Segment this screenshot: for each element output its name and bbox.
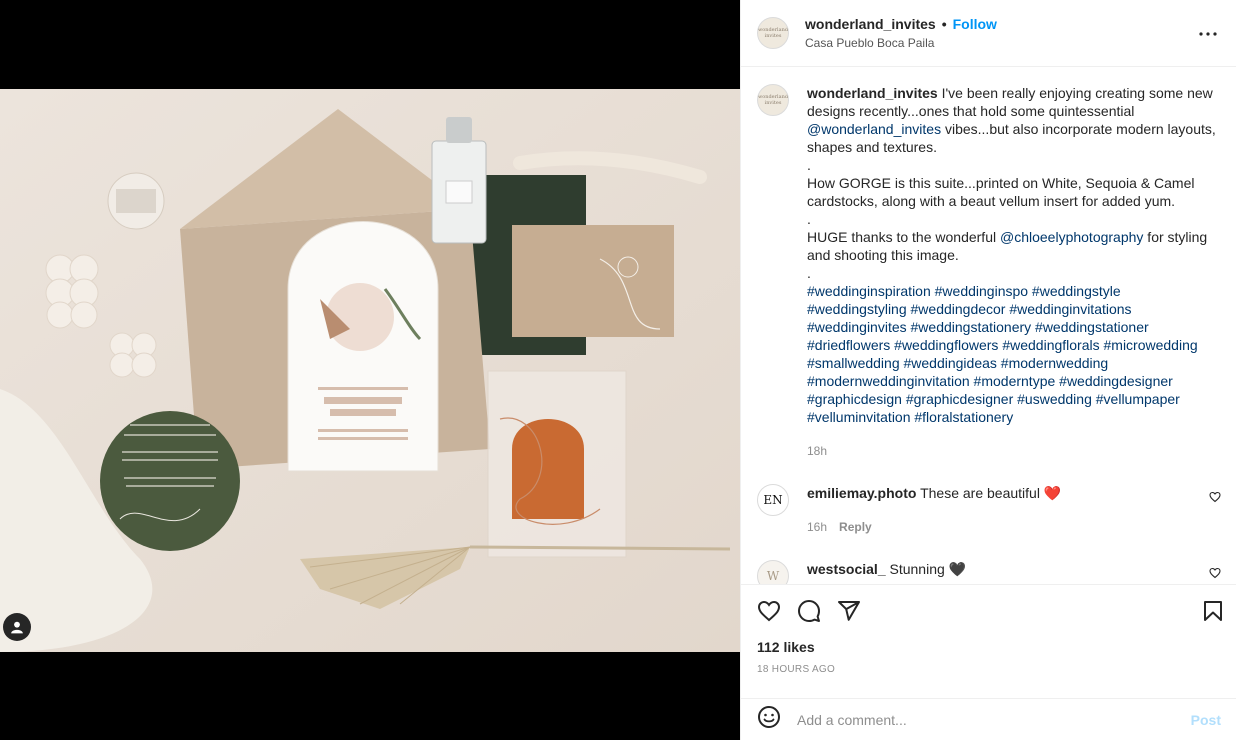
photo-illustration [0, 89, 740, 652]
post-modal: wonderland invites wonderland_invites • … [0, 0, 1236, 740]
avatar-text: W [766, 569, 780, 583]
heart-icon [757, 600, 781, 622]
comment-item: W westsocial_ Stunning 🖤 [757, 560, 1221, 584]
location-link[interactable]: Casa Pueblo Boca Paila [805, 36, 997, 50]
caption-separator: . [807, 265, 811, 281]
tagged-users-button[interactable] [3, 613, 31, 641]
hashtags[interactable]: #weddinginspiration #weddinginspo #weddi… [807, 282, 1221, 426]
caption-body: wonderland_invites I've been really enjo… [807, 84, 1221, 460]
post-timestamp[interactable]: 18 HOURS AGO [741, 664, 1236, 675]
author-username[interactable]: wonderland_invites [805, 16, 936, 32]
like-comment-button[interactable] [1209, 566, 1221, 584]
post-actions-section: 112 likes 18 HOURS AGO [741, 584, 1236, 675]
commenter-username[interactable]: westsocial_ [807, 561, 886, 577]
save-button[interactable] [1201, 599, 1225, 628]
emoji-button[interactable] [757, 705, 781, 734]
caption-text-3: How GORGE is this suite...printed on Whi… [807, 175, 1195, 209]
avatar-text: wonderland invites [757, 27, 789, 39]
user-icon [11, 621, 23, 634]
caption-text-4: HUGE thanks to the wonderful [807, 229, 1000, 245]
caption-separator: . [807, 211, 811, 227]
heart-icon [1209, 567, 1221, 579]
media-pane [0, 0, 740, 740]
action-bar [741, 585, 1236, 637]
commenter-avatar[interactable]: W [757, 560, 789, 584]
comment-age[interactable]: 16h [807, 520, 827, 534]
mention-link[interactable]: @chloeelyphotography [1000, 229, 1143, 245]
emoji-icon [758, 706, 780, 728]
comment-text: Stunning 🖤 [889, 561, 967, 577]
comment-icon [798, 600, 820, 622]
comment-button[interactable] [797, 591, 837, 631]
like-button[interactable] [757, 591, 797, 631]
comment-text: These are beautiful ❤️ [920, 485, 1062, 501]
comment-body: westsocial_ Stunning 🖤 [807, 560, 1221, 584]
comment-body: emiliemay.photo These are beautiful ❤️ 1… [807, 484, 1221, 536]
reply-button[interactable]: Reply [839, 520, 872, 534]
avatar-text: wonderland invites [757, 94, 789, 106]
commenter-avatar[interactable]: EN [757, 484, 789, 516]
separator-dot: • [941, 16, 947, 32]
post-header: wonderland invites wonderland_invites • … [741, 0, 1236, 67]
bookmark-icon [1204, 601, 1222, 621]
details-panel: wonderland invites wonderland_invites • … [740, 0, 1236, 740]
header-text: wonderland_invites • Follow Casa Pueblo … [805, 16, 997, 50]
avatar[interactable]: wonderland invites [757, 17, 789, 49]
post-comment-button[interactable]: Post [1191, 712, 1221, 728]
comment-item: EN emiliemay.photo These are beautiful ❤… [757, 484, 1221, 536]
caption-separator: . [807, 157, 811, 173]
avatar-text: EN [763, 493, 783, 507]
commenter-username[interactable]: emiliemay.photo [807, 485, 916, 501]
mention-link[interactable]: @wonderland_invites [807, 121, 941, 137]
comment-composer: Post [741, 698, 1236, 740]
more-icon [1199, 32, 1217, 36]
comments-list[interactable]: wonderland invites wonderland_invites I'… [741, 68, 1236, 584]
like-comment-button[interactable] [1209, 490, 1221, 508]
likes-count[interactable]: 112 likes [741, 639, 1236, 655]
follow-button[interactable]: Follow [953, 16, 997, 32]
heart-icon [1209, 491, 1221, 503]
caption-age[interactable]: 18h [807, 442, 1221, 460]
more-options-button[interactable] [1196, 22, 1220, 46]
share-button[interactable] [837, 591, 877, 631]
post-photo[interactable] [0, 89, 740, 652]
comment-input[interactable] [797, 711, 1177, 728]
caption-username[interactable]: wonderland_invites [807, 85, 938, 101]
caption-avatar[interactable]: wonderland invites [757, 84, 789, 116]
paper-plane-icon [838, 601, 860, 621]
caption: wonderland invites wonderland_invites I'… [757, 84, 1221, 460]
